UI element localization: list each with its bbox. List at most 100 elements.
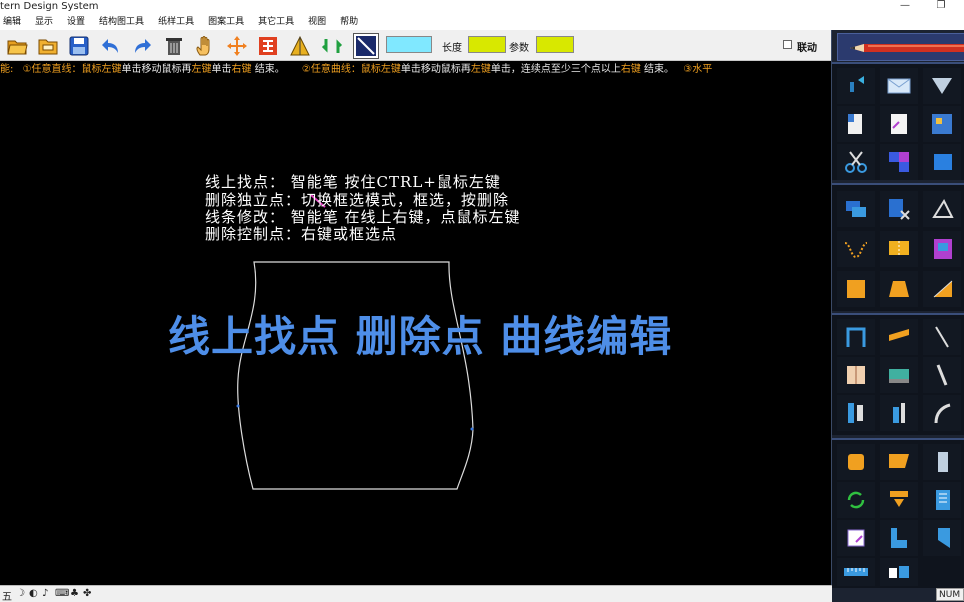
square-pattern-tool[interactable] [880, 558, 918, 586]
ruler-tilted-tool[interactable] [880, 319, 918, 355]
keyboard-icon[interactable]: ⌨ [55, 588, 69, 599]
moon-icon[interactable]: ☽ [16, 588, 25, 599]
tool-palette [831, 30, 964, 602]
refresh-icon [847, 491, 865, 509]
length-label: 长度 [442, 43, 462, 54]
ruler-tool[interactable] [837, 558, 875, 586]
more-icon[interactable]: ✤ [83, 588, 91, 599]
pencil-icon [850, 44, 964, 52]
param-label: 参数 [509, 43, 529, 54]
hint-2-left2: 左键 [470, 64, 491, 75]
trapezoid-tool[interactable] [880, 271, 918, 307]
curve-tool[interactable] [837, 231, 875, 267]
hint-prefix: 能: [0, 64, 14, 75]
split-bars-tool[interactable] [837, 395, 875, 431]
envelope-tool[interactable] [880, 68, 918, 104]
book-tool[interactable] [837, 357, 875, 393]
minimize-button[interactable]: — [890, 0, 920, 14]
bar-tool[interactable] [923, 357, 961, 393]
save-button[interactable] [66, 33, 92, 59]
hint-2-left: 左键 [380, 64, 401, 75]
control-point[interactable] [470, 427, 474, 431]
half-width-icon[interactable]: ◐ [29, 588, 38, 599]
sewing-machine-tool[interactable] [880, 357, 918, 393]
diagonal-line-icon [356, 36, 376, 56]
pen-header[interactable] [837, 33, 964, 61]
cut-paper-tool[interactable] [880, 191, 918, 227]
hint-1-right: 右键 [231, 64, 252, 75]
orange-cube-tool[interactable] [837, 444, 875, 480]
window-title: tern Design System [0, 1, 99, 12]
triangle-outline-tool[interactable] [923, 191, 961, 227]
menu-structure-tools[interactable]: 结构图工具 [92, 14, 151, 30]
menu-design-tools[interactable]: 图案工具 [201, 14, 251, 30]
line-color-swatch[interactable] [386, 36, 432, 53]
open-folder-alt-button[interactable] [35, 33, 61, 59]
length-input[interactable] [468, 36, 506, 53]
puzzle-tool[interactable] [880, 144, 918, 180]
panel-tool[interactable] [923, 482, 961, 518]
line-style-button[interactable] [353, 33, 379, 59]
menu-display[interactable]: 显示 [28, 14, 60, 30]
arch-tool[interactable] [837, 319, 875, 355]
flag-tool[interactable] [880, 444, 918, 480]
column-tool[interactable] [923, 444, 961, 480]
blue-square-tool[interactable] [923, 144, 961, 180]
control-point[interactable] [236, 404, 240, 408]
palette-group-1 [832, 62, 964, 180]
restore-button[interactable]: ❐ [926, 0, 956, 14]
ime-mode-icon[interactable]: 五 [2, 588, 12, 602]
menu-view[interactable]: 视图 [301, 14, 333, 30]
overlap-squares-icon [846, 201, 866, 217]
paper-edit-tool[interactable] [880, 106, 918, 142]
rotate-button[interactable] [319, 33, 345, 59]
align-button[interactable] [255, 33, 281, 59]
menu-edit[interactable]: 编辑 [0, 14, 28, 30]
overlap-squares-tool[interactable] [837, 191, 875, 227]
instruction-line-4: 删除控制点：右键或框选点 [205, 225, 398, 243]
punctuation-icon[interactable]: ♪ [42, 588, 48, 599]
menu-pattern-tools[interactable]: 纸样工具 [151, 14, 201, 30]
fold-button[interactable] [287, 33, 313, 59]
menu-help[interactable]: 帮助 [333, 14, 365, 30]
menu-other-tools[interactable]: 其它工具 [251, 14, 301, 30]
orange-cube-icon [848, 454, 864, 470]
step-tool[interactable] [880, 520, 918, 556]
trapezoid-icon [889, 281, 909, 297]
pencil-mark-tool[interactable] [880, 395, 918, 431]
slant-tool[interactable] [923, 520, 961, 556]
triangle-outline-icon [932, 198, 954, 218]
settings-icon[interactable]: ♣ [70, 588, 79, 599]
move-button[interactable] [224, 33, 250, 59]
param-input[interactable] [536, 36, 574, 53]
palette-group-4 [832, 438, 964, 588]
triangle-tool[interactable] [923, 68, 961, 104]
undo-button[interactable] [98, 33, 124, 59]
hint-2-right: 右键 [620, 64, 641, 75]
smart-pen-tool[interactable] [837, 68, 875, 104]
garment-outline[interactable] [237, 261, 474, 490]
pan-hand-button[interactable] [192, 33, 218, 59]
open-folder-icon [7, 40, 28, 55]
menu-settings[interactable]: 设置 [60, 14, 92, 30]
pattern-check-tool[interactable] [837, 520, 875, 556]
puzzle-icon [889, 152, 909, 172]
hint-2-label: ②任意曲线：鼠标 [301, 64, 381, 75]
delete-button[interactable] [161, 33, 187, 59]
paper-pattern-tool[interactable] [837, 106, 875, 142]
curve-line-tool[interactable] [923, 395, 961, 431]
arrow-down-tool[interactable] [880, 482, 918, 518]
orange-square-icon [847, 280, 865, 298]
half-triangle-tool[interactable] [923, 271, 961, 307]
drawing-canvas[interactable]: 线上找点： 智能笔 按住CTRL+鼠标左键 删除独立点：切换框选模式，框选，按删… [0, 79, 830, 585]
link-checkbox[interactable] [783, 40, 792, 49]
grid-pattern-tool[interactable] [923, 106, 961, 142]
gradient-rect-tool[interactable] [923, 231, 961, 267]
open-folder-button[interactable] [4, 33, 30, 59]
refresh-tool[interactable] [837, 482, 875, 518]
needle-tool[interactable] [923, 319, 961, 355]
fold-rect-tool[interactable] [880, 231, 918, 267]
redo-button[interactable] [129, 33, 155, 59]
scissors-tool[interactable] [837, 144, 875, 180]
orange-square-tool[interactable] [837, 271, 875, 307]
